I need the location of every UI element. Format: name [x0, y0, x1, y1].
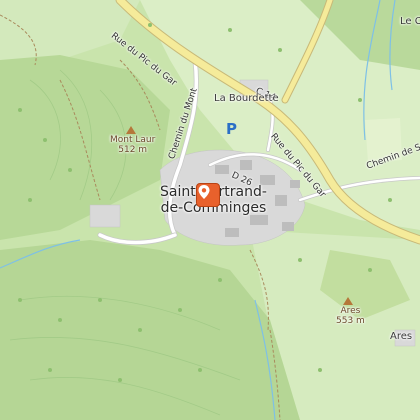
place-label-la-bourdette: La Bourdette: [214, 93, 279, 104]
peak-name: Mont Laur: [110, 135, 156, 145]
peak-label-ares: Ares 553 m: [336, 306, 365, 326]
peak-label-mont-laur: Mont Laur 512 m: [110, 135, 155, 155]
peak-elevation: 553 m: [336, 316, 365, 326]
pin-glyph: [198, 185, 210, 199]
map-canvas[interactable]: Rue du Pic du Gar Rue du Pic du Gar C 14…: [0, 0, 420, 420]
peak-elevation: 512 m: [118, 145, 148, 155]
peak-name: Ares: [340, 306, 361, 316]
place-label-ares: Ares: [390, 331, 413, 342]
parking-icon[interactable]: P: [226, 120, 237, 138]
map-pin-icon[interactable]: [196, 183, 220, 207]
place-label-le-c: Le C: [400, 16, 420, 27]
